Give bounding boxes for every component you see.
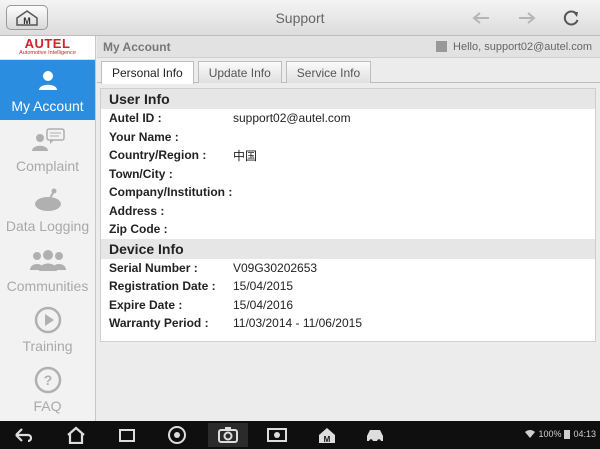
row-value: V09G30202653 bbox=[233, 260, 318, 275]
brightness-icon bbox=[267, 428, 287, 442]
battery-icon bbox=[564, 430, 571, 439]
section-header: My Account Hello, support02@autel.com bbox=[97, 36, 600, 58]
back-nav-button[interactable] bbox=[12, 425, 36, 445]
info-row: Expire Date : 15/04/2016 bbox=[101, 296, 595, 315]
row-label: Country/Region : bbox=[109, 148, 207, 163]
sidebar-item-label: FAQ bbox=[33, 398, 62, 414]
row-value: 15/04/2016 bbox=[233, 297, 294, 312]
sidebar-item-training[interactable]: Training bbox=[0, 300, 95, 360]
sidebar-item-label: Communities bbox=[6, 278, 89, 294]
question-icon: ? bbox=[34, 366, 62, 394]
refresh-icon bbox=[563, 10, 579, 26]
maxisys-icon: M bbox=[319, 428, 335, 444]
greeting-text: Hello, support02@autel.com bbox=[453, 40, 592, 53]
sidebar-item-label: Data Logging bbox=[5, 218, 90, 234]
arrow-right-icon bbox=[519, 12, 536, 24]
tab-update-info[interactable]: Update Info bbox=[197, 61, 282, 83]
home-nav-button[interactable] bbox=[64, 425, 88, 445]
browser-button[interactable] bbox=[165, 425, 189, 445]
tab-service-info[interactable]: Service Info bbox=[285, 61, 372, 83]
page-title: Support bbox=[275, 10, 325, 26]
wifi-icon bbox=[525, 430, 536, 438]
info-panel: User Info Autel ID : support02@autel.com … bbox=[100, 88, 596, 342]
info-row: Serial Number : V09G30202653 bbox=[101, 259, 595, 278]
row-label: Zip Code : bbox=[109, 222, 168, 237]
back-icon bbox=[15, 428, 33, 443]
svg-text:M: M bbox=[324, 435, 331, 444]
sidebar-item-my-account[interactable]: My Account bbox=[0, 60, 95, 120]
info-row: Warranty Period : 11/03/2014 - 11/06/2015 bbox=[101, 314, 595, 333]
row-label: Warranty Period : bbox=[109, 316, 209, 331]
battery-level: 100% bbox=[538, 429, 562, 439]
clock: 04:13 bbox=[573, 429, 596, 439]
title-bar: M Support bbox=[0, 0, 600, 36]
vci-button[interactable] bbox=[363, 425, 387, 445]
sidebar-item-complaint[interactable]: Complaint bbox=[0, 120, 95, 180]
system-nav-bar: M 100% 04:13 bbox=[0, 421, 600, 449]
row-label: Town/City : bbox=[109, 166, 173, 181]
tab-personal-info[interactable]: Personal Info bbox=[101, 61, 194, 84]
info-row: Your Name : bbox=[101, 128, 595, 147]
user-small-icon bbox=[436, 41, 448, 52]
play-icon bbox=[34, 306, 62, 334]
screenshot-button[interactable] bbox=[208, 423, 248, 447]
sidebar-item-label: My Account bbox=[11, 98, 84, 114]
info-row: Zip Code : bbox=[101, 220, 595, 239]
row-value: 15/04/2015 bbox=[233, 279, 294, 294]
sidebar-item-data-logging[interactable]: Data Logging bbox=[0, 180, 95, 240]
row-label: Address : bbox=[109, 203, 165, 218]
sidebar-item-communities[interactable]: Communities bbox=[0, 240, 95, 300]
section-title: My Account bbox=[103, 39, 171, 54]
row-label: Expire Date : bbox=[109, 297, 183, 312]
house-icon bbox=[67, 426, 85, 444]
user-info-heading: User Info bbox=[101, 89, 595, 109]
info-row: Town/City : bbox=[101, 165, 595, 184]
maxisys-home-button[interactable]: M bbox=[315, 425, 339, 445]
tab-bar: Personal Info Update Info Service Info bbox=[97, 58, 600, 84]
recent-apps-icon bbox=[119, 429, 135, 442]
row-value: 中国 bbox=[233, 148, 258, 163]
group-icon bbox=[29, 246, 67, 274]
device-info-heading: Device Info bbox=[101, 238, 595, 259]
logo-brand: AUTEL bbox=[24, 36, 71, 51]
status-area: 100% 04:13 bbox=[525, 429, 596, 439]
svg-text:?: ? bbox=[43, 372, 52, 388]
recent-apps-button[interactable] bbox=[115, 425, 139, 445]
car-icon bbox=[367, 430, 383, 443]
greeting: Hello, support02@autel.com bbox=[436, 41, 592, 53]
main-content: My Account Hello, support02@autel.com Pe… bbox=[97, 36, 600, 421]
row-label: Your Name : bbox=[109, 129, 179, 144]
camera-icon bbox=[218, 427, 238, 443]
autel-logo: AUTEL Automotive Intelligence bbox=[0, 36, 95, 60]
row-label: Autel ID : bbox=[109, 111, 162, 126]
row-label: Registration Date : bbox=[109, 279, 216, 294]
chat-bubbles-icon bbox=[30, 126, 66, 154]
user-icon bbox=[37, 66, 59, 94]
info-row: Company/Institution : bbox=[101, 183, 595, 202]
display-settings-button[interactable] bbox=[265, 425, 289, 445]
info-row: Country/Region : 中国 bbox=[101, 146, 595, 165]
row-value: 11/03/2014 - 11/06/2015 bbox=[233, 316, 362, 331]
logo-tagline: Automotive Intelligence bbox=[19, 50, 76, 56]
info-row: Address : bbox=[101, 202, 595, 221]
row-value: support02@autel.com bbox=[233, 111, 351, 126]
row-label: Company/Institution : bbox=[109, 185, 233, 200]
sidebar-item-label: Complaint bbox=[15, 158, 80, 174]
satellite-dish-icon bbox=[32, 186, 64, 214]
forward-arrow-button[interactable] bbox=[516, 7, 538, 29]
info-row: Autel ID : support02@autel.com bbox=[101, 109, 595, 128]
sidebar: AUTEL Automotive Intelligence My Account… bbox=[0, 36, 96, 421]
arrow-left-icon bbox=[472, 12, 489, 24]
row-label: Serial Number : bbox=[109, 260, 198, 275]
chrome-icon bbox=[168, 426, 186, 444]
sidebar-item-faq[interactable]: ? FAQ bbox=[0, 360, 95, 420]
refresh-button[interactable] bbox=[560, 7, 582, 29]
sidebar-item-label: Training bbox=[22, 338, 73, 354]
info-row: Registration Date : 15/04/2015 bbox=[101, 277, 595, 296]
back-arrow-button[interactable] bbox=[470, 7, 492, 29]
